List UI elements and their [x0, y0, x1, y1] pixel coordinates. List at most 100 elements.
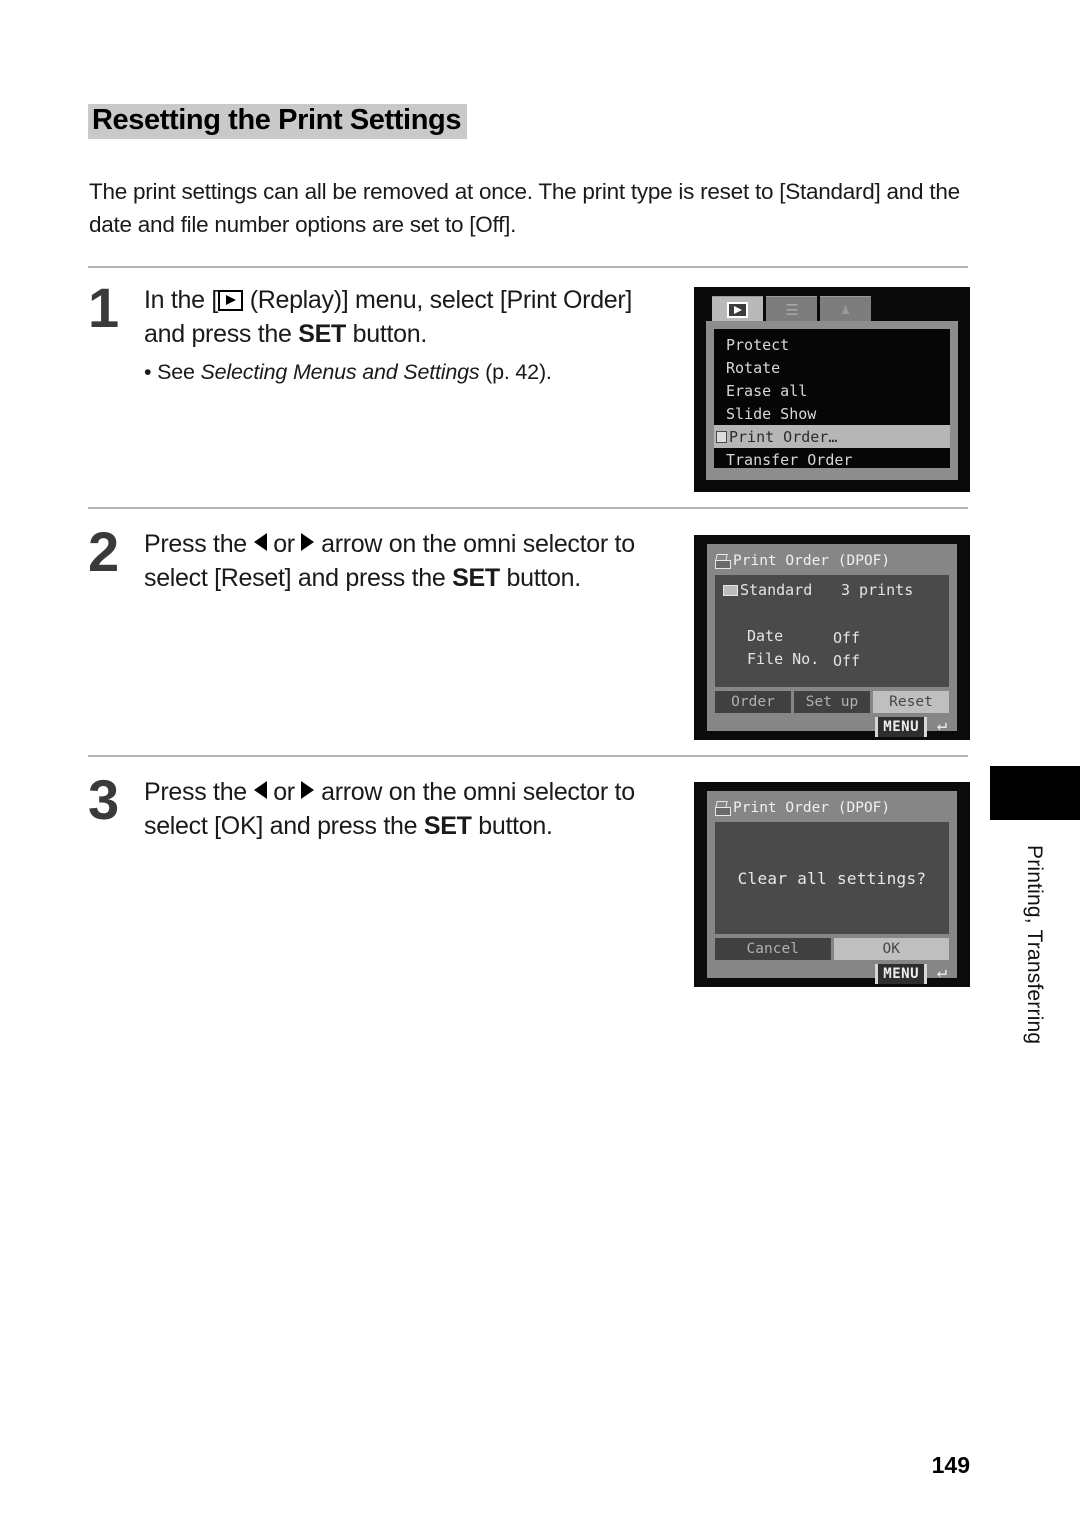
file-no-value: Off [833, 652, 861, 670]
lcd-inner: ☰ ♟ Protect Rotate Erase all Slide Show [694, 287, 970, 492]
file-no-label: File No. [747, 650, 820, 668]
step-3-number: 3 [88, 768, 119, 831]
dpof-footer: MENU ↵ [715, 716, 949, 740]
file-no-row[interactable]: File No. Off [747, 650, 941, 670]
section-tab-label-text: Printing, Transferring [1023, 845, 1046, 1045]
ok-button[interactable]: OK [833, 938, 949, 960]
menu-item-label: Print Order… [729, 427, 838, 446]
step-2-text: Press the or arrow on the omni selector … [144, 527, 668, 596]
list-item[interactable]: Transfer Order [714, 448, 950, 471]
step-1-text: In the [ (Replay)] menu, select [Print O… [144, 283, 668, 352]
standard-print-icon [723, 584, 738, 596]
date-row[interactable]: Date Off [747, 627, 941, 647]
replay-menu-list: Protect Rotate Erase all Slide Show Prin… [714, 329, 950, 471]
dpof-frame: Print Order (DPOF) Standard 3 prints Dat… [707, 544, 957, 737]
dpof-body: Standard 3 prints Date Off File No. Off [715, 575, 949, 687]
list-item[interactable]: Erase all [714, 379, 950, 402]
step-1-text-end: button. [345, 320, 428, 349]
replay-icon [218, 290, 244, 311]
list-item[interactable]: Protect [714, 333, 950, 356]
reset-button[interactable]: Reset [873, 691, 949, 713]
page-number: 149 [931, 1452, 970, 1478]
menu-item-label: Erase all [726, 381, 808, 400]
dpof-title-bar: Print Order (DPOF) [715, 798, 949, 818]
dpof-footer: MENU ↵ [715, 963, 949, 987]
menu-badge[interactable]: MENU [875, 964, 927, 984]
step-3-set-keyword: SET [423, 812, 472, 841]
step-2-mid: or [266, 530, 302, 558]
step-1-bullet-reference: Selecting Menus and Settings [200, 359, 480, 384]
page-title-text: Resetting the Print Settings [92, 104, 462, 136]
print-count-value: 3 prints [841, 581, 914, 599]
step-1-bullet-prefix: • See [144, 359, 201, 384]
dpof-body: Clear all settings? [715, 822, 949, 934]
sidebar-item-my-camera-tab[interactable]: ♟ [820, 296, 871, 323]
left-arrow-icon [253, 781, 267, 799]
manual-page: Resetting the Print Settings The print s… [0, 0, 1080, 1529]
sidebar-item-replay-tab[interactable] [712, 296, 763, 323]
step-3-text: Press the or arrow on the omni selector … [144, 775, 668, 844]
intro-paragraph: The print settings can all be removed at… [89, 179, 960, 237]
dpof-button-row: Order Set up Reset [715, 691, 949, 713]
menu-tab-bar: ☰ ♟ [712, 296, 871, 323]
divider-3 [88, 755, 968, 757]
step-1-bullet: • See Selecting Menus and Settings (p. 4… [144, 359, 668, 387]
list-item[interactable]: Rotate [714, 356, 950, 379]
camera-screen-confirm-dialog: Print Order (DPOF) Clear all settings? C… [694, 782, 970, 987]
play-triangle-icon [727, 302, 748, 318]
camera-screen-print-order: Print Order (DPOF) Standard 3 prints Dat… [694, 535, 970, 740]
step-1-number: 1 [88, 276, 119, 339]
menu-badge[interactable]: MENU [875, 717, 927, 737]
return-arrow-icon: ↵ [936, 715, 947, 735]
menu-item-label: Slide Show [726, 404, 817, 423]
dpof-title-text: Print Order (DPOF) [733, 553, 891, 569]
list-item[interactable]: Slide Show [714, 402, 950, 425]
sidebar-item-setup-tab[interactable]: ☰ [766, 296, 817, 323]
cancel-button[interactable]: Cancel [715, 938, 831, 960]
step-2-lead: Press the [144, 530, 254, 558]
step-3: 3 Press the or arrow on the omni selecto… [88, 768, 668, 844]
divider-1 [88, 266, 968, 268]
step-3-mid: or [266, 778, 302, 806]
date-value: Off [833, 629, 861, 647]
dpof-title-text: Print Order (DPOF) [733, 800, 891, 816]
camera-screen-replay-menu: ☰ ♟ Protect Rotate Erase all Slide Show [694, 287, 970, 492]
menu-item-label: Protect [726, 335, 790, 354]
page-title-highlight: Resetting the Print Settings [88, 104, 468, 139]
print-type-row[interactable]: Standard 3 prints [723, 581, 941, 599]
date-label: Date [747, 627, 784, 645]
lcd-inner: Print Order (DPOF) Clear all settings? C… [694, 782, 970, 987]
right-arrow-icon [301, 781, 315, 799]
section-tab-marker [990, 766, 1080, 820]
step-2: 2 Press the or arrow on the omni selecto… [88, 520, 668, 596]
my-camera-icon: ♟ [841, 302, 850, 318]
dpof-button-row: Cancel OK [715, 938, 949, 960]
left-arrow-icon [253, 533, 267, 551]
step-3-text-end: button. [471, 812, 553, 841]
printer-icon [715, 430, 728, 443]
step-2-number: 2 [88, 520, 119, 583]
section-tab-label: Printing, Transferring [1004, 820, 1064, 1070]
return-arrow-icon: ↵ [936, 962, 947, 982]
dpof-title-bar: Print Order (DPOF) [715, 551, 949, 571]
step-1: 1 In the [ (Replay)] menu, select [Print… [88, 276, 668, 387]
step-2-text-end: button. [499, 564, 582, 593]
tools-icon: ☰ [785, 300, 798, 319]
printer-icon [715, 801, 731, 816]
step-1-text-before: In the [ [144, 286, 219, 314]
menu-item-label: Rotate [726, 358, 781, 377]
right-arrow-icon [301, 533, 315, 551]
dpof-frame: Print Order (DPOF) Clear all settings? C… [707, 791, 957, 984]
print-type-label: Standard [740, 581, 813, 599]
page-title: Resetting the Print Settings [88, 104, 508, 139]
divider-2 [88, 507, 968, 509]
lcd-inner: Print Order (DPOF) Standard 3 prints Dat… [694, 535, 970, 740]
order-button[interactable]: Order [715, 691, 791, 713]
confirm-prompt-text: Clear all settings? [737, 868, 927, 888]
step-1-bullet-suffix: (p. 42). [479, 359, 552, 384]
list-item-print-order-selected[interactable]: Print Order… [714, 425, 950, 448]
set-up-button[interactable]: Set up [794, 691, 870, 713]
menu-item-label: Transfer Order [726, 450, 853, 469]
step-1-set-keyword: SET [298, 320, 346, 349]
step-3-lead: Press the [144, 778, 254, 806]
